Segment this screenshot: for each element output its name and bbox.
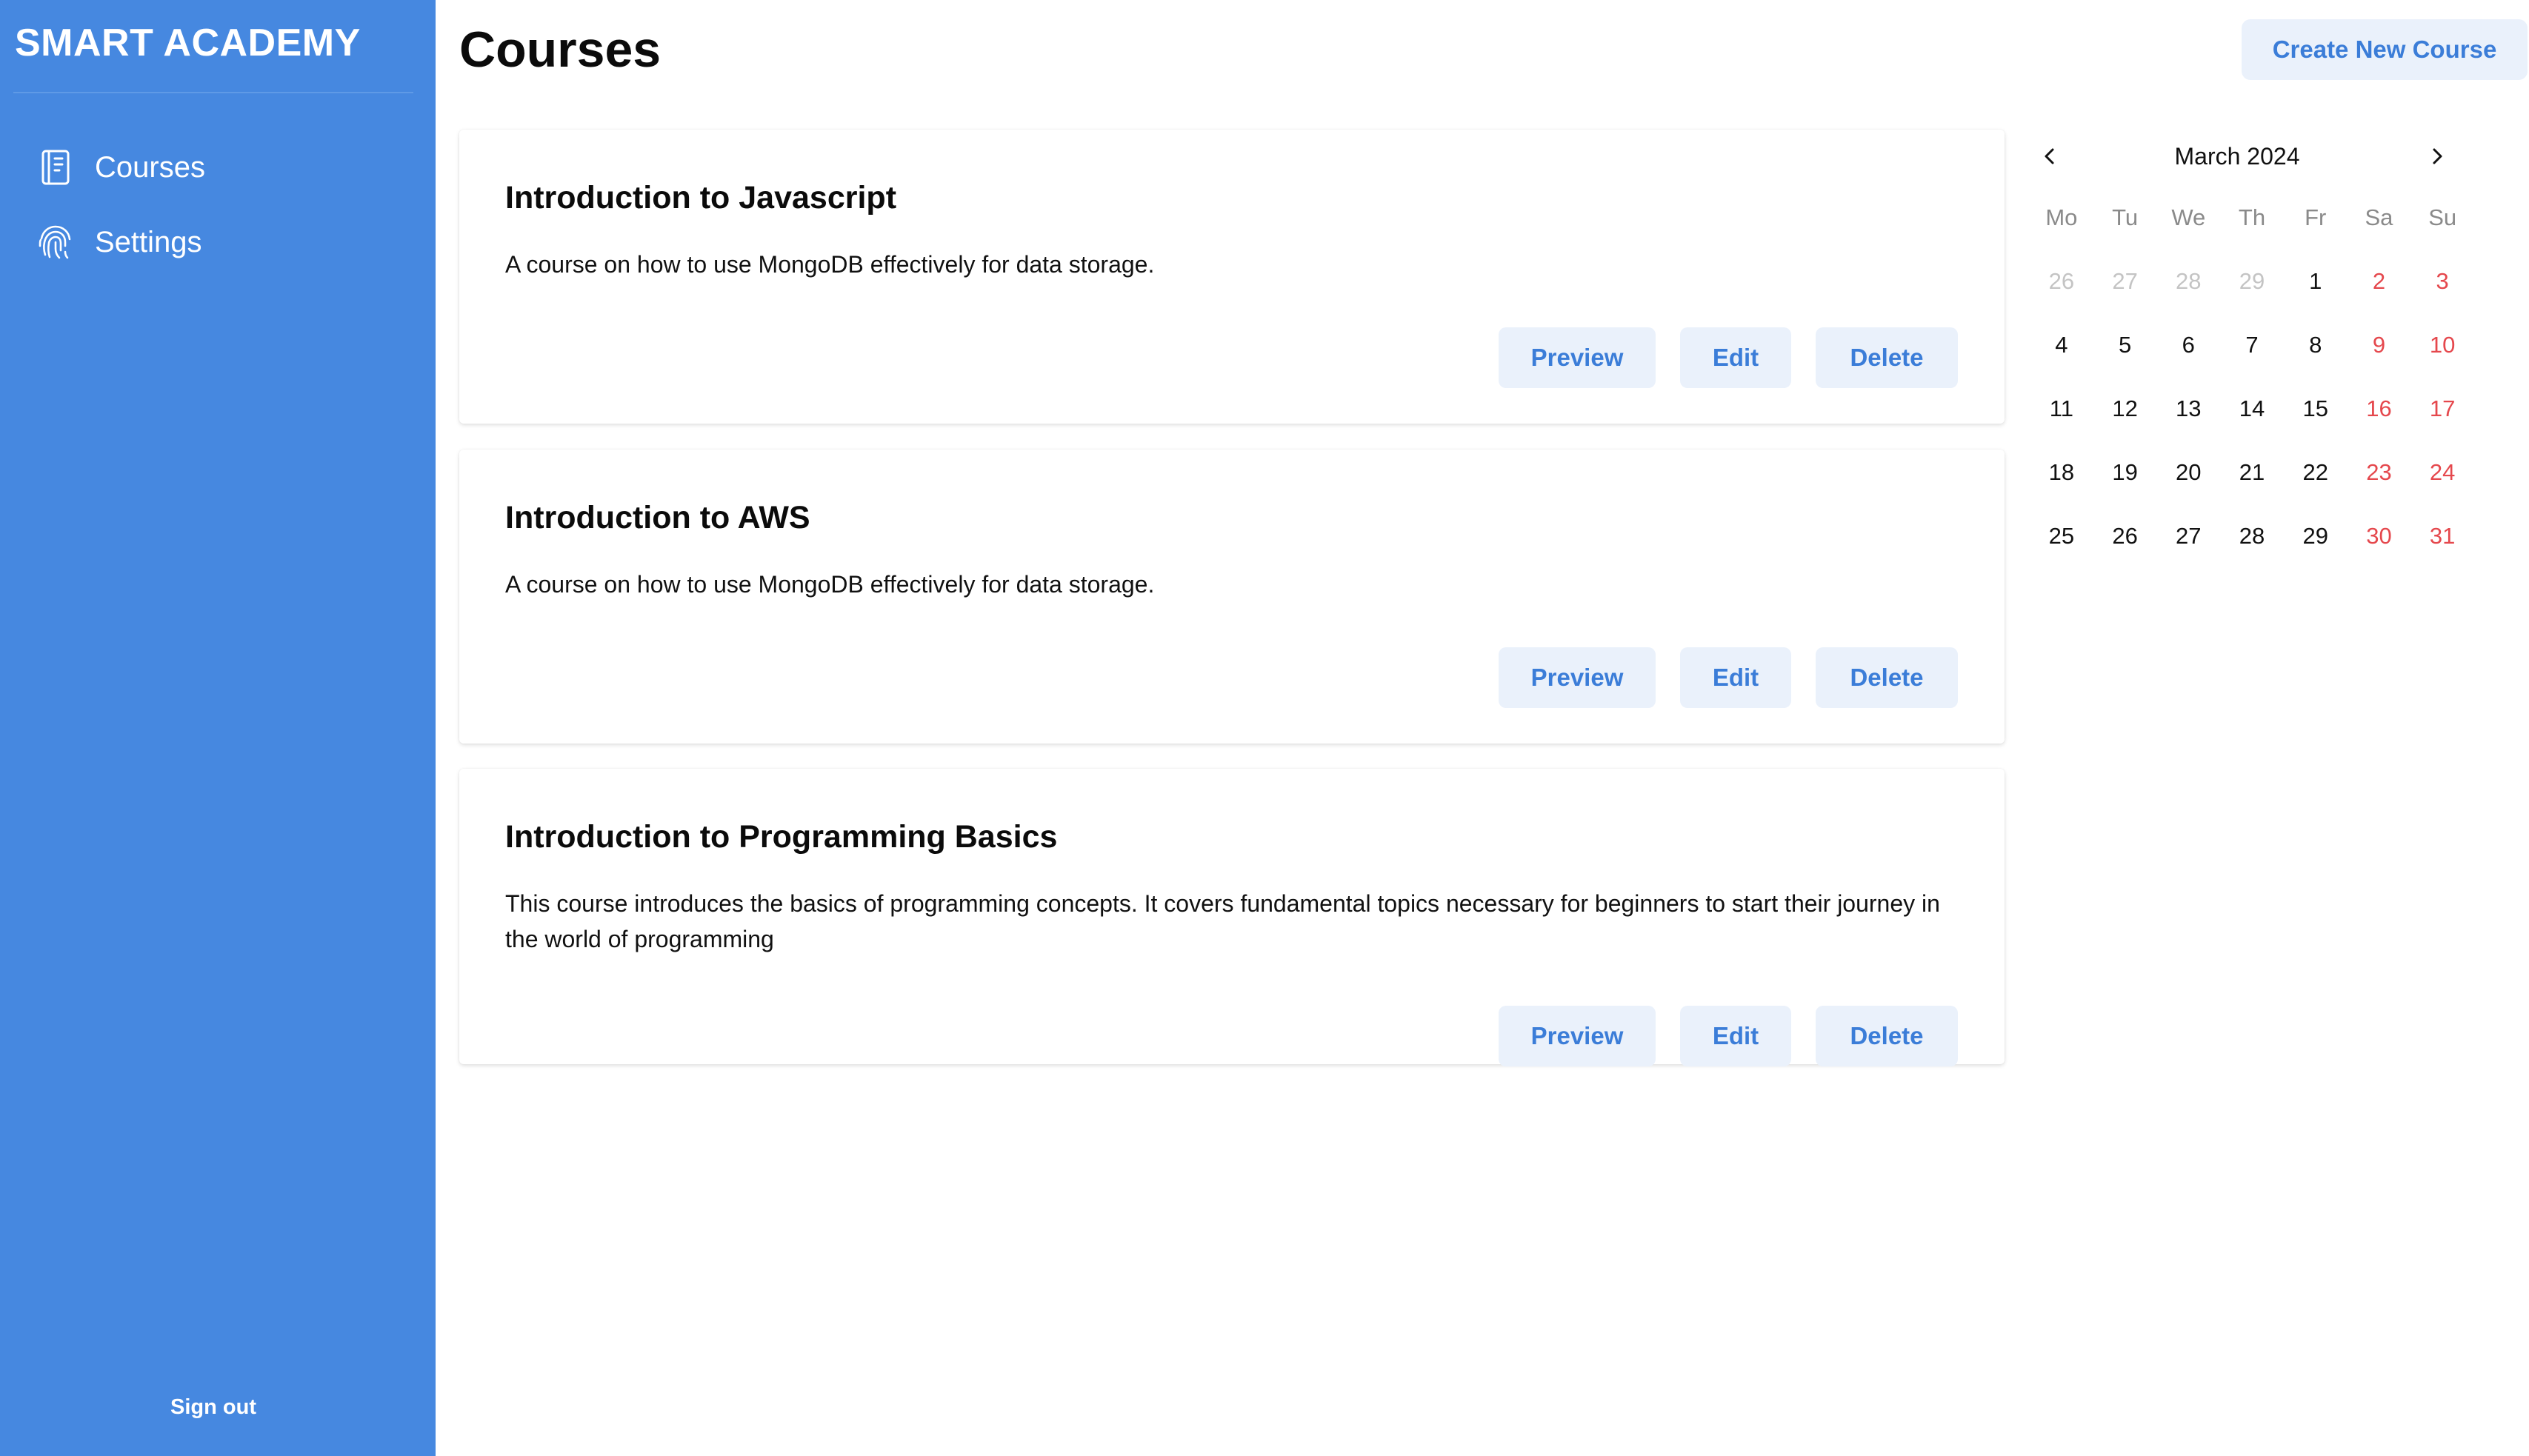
calendar-weekday-label: We	[2171, 204, 2206, 230]
calendar-weekday-label: Fr	[2305, 204, 2327, 230]
course-actions: Preview Edit Delete	[1499, 647, 1973, 708]
page-title: Courses	[459, 21, 662, 78]
course-title: Introduction to AWS	[505, 500, 810, 535]
calendar-day[interactable]: 19	[2093, 458, 2157, 487]
calendar-weekday-label: Mo	[2045, 204, 2078, 230]
calendar-day-outside-month[interactable]: 29	[2220, 267, 2284, 295]
calendar-week-row: 11 12 13 14 15 16 17	[2030, 395, 2474, 458]
book-icon	[41, 150, 70, 185]
calendar-week-row: 18 19 20 21 22 23 24	[2030, 458, 2474, 522]
calendar-month-label: March 2024	[2174, 143, 2300, 170]
course-actions: Preview Edit Delete	[1499, 1006, 1973, 1066]
calendar-day[interactable]: 20	[2156, 458, 2220, 487]
calendar-day[interactable]: 11	[2030, 395, 2093, 423]
calendar: March 2024 Mo Tu We Th Fr Sa Su 26 27 28 29 1 2 3 4 5 6 7…	[2030, 130, 2504, 574]
preview-button[interactable]: Preview	[1499, 1006, 1656, 1066]
calendar-weekday-label: Sa	[2365, 204, 2393, 230]
calendar-day[interactable]: 29	[2284, 522, 2348, 550]
calendar-day[interactable]: 2	[2348, 267, 2411, 295]
calendar-day[interactable]: 1	[2284, 267, 2348, 295]
chevron-right-icon	[2433, 148, 2442, 164]
calendar-weekday-label: Th	[2238, 204, 2266, 230]
calendar-day[interactable]: 15	[2284, 395, 2348, 423]
course-card: Introduction to AWS A course on how to u…	[459, 450, 2005, 744]
sidebar: SMART ACADEMY Courses Settings Sign out	[0, 0, 436, 1456]
preview-button[interactable]: Preview	[1499, 327, 1656, 388]
calendar-day[interactable]: 6	[2156, 331, 2220, 359]
calendar-day[interactable]: 5	[2093, 331, 2157, 359]
calendar-day[interactable]: 22	[2284, 458, 2348, 487]
preview-button[interactable]: Preview	[1499, 647, 1656, 708]
calendar-day[interactable]: 17	[2410, 395, 2474, 423]
calendar-day[interactable]: 7	[2220, 331, 2284, 359]
course-card: Introduction to Programming Basics This …	[459, 769, 2005, 1066]
calendar-day[interactable]: 8	[2284, 331, 2348, 359]
calendar-weekday-label: Tu	[2112, 204, 2139, 230]
calendar-week-row: 25 26 27 28 29 30 31	[2030, 522, 2474, 586]
calendar-day[interactable]: 12	[2093, 395, 2157, 423]
calendar-day[interactable]: 18	[2030, 458, 2093, 487]
calendar-day[interactable]: 25	[2030, 522, 2093, 550]
calendar-day[interactable]: 14	[2220, 395, 2284, 423]
calendar-day-outside-month[interactable]: 28	[2156, 267, 2220, 295]
calendar-day[interactable]: 4	[2030, 331, 2093, 359]
app-brand: SMART ACADEMY	[15, 21, 361, 64]
calendar-day[interactable]: 31	[2410, 522, 2474, 550]
course-description: This course introduces the basics of pro…	[505, 890, 1940, 952]
course-description: A course on how to use MongoDB effective…	[505, 251, 1155, 278]
sidebar-item-label: Settings	[95, 225, 202, 258]
calendar-grid: Mo Tu We Th Fr Sa Su 26 27 28 29 1 2 3 4 5 6 7 8 9 10 11 12 13 1…	[2030, 204, 2474, 586]
calendar-weekday-row: Mo Tu We Th Fr Sa Su	[2030, 204, 2474, 267]
delete-button[interactable]: Delete	[1816, 327, 1958, 388]
calendar-day[interactable]: 24	[2410, 458, 2474, 487]
sidebar-item-label: Courses	[95, 150, 205, 184]
calendar-day-outside-month[interactable]: 27	[2093, 267, 2157, 295]
create-new-course-button[interactable]: Create New Course	[2242, 19, 2528, 80]
next-month-button[interactable]	[2421, 140, 2453, 173]
calendar-day[interactable]: 27	[2156, 522, 2220, 550]
sidebar-divider	[13, 92, 413, 93]
calendar-week-row: 4 5 6 7 8 9 10	[2030, 331, 2474, 395]
calendar-day[interactable]: 30	[2348, 522, 2411, 550]
sidebar-item-courses[interactable]: Courses	[36, 141, 406, 193]
calendar-weekday-label: Su	[2428, 204, 2457, 230]
course-title: Introduction to Javascript	[505, 180, 897, 216]
course-card: Introduction to Javascript A course on h…	[459, 130, 2005, 424]
edit-button[interactable]: Edit	[1680, 1006, 1791, 1066]
course-title: Introduction to Programming Basics	[505, 819, 1058, 855]
calendar-day[interactable]: 10	[2410, 331, 2474, 359]
calendar-day[interactable]: 28	[2220, 522, 2284, 550]
course-description: A course on how to use MongoDB effective…	[505, 571, 1155, 598]
delete-button[interactable]: Delete	[1816, 647, 1958, 708]
calendar-day[interactable]: 13	[2156, 395, 2220, 423]
calendar-day[interactable]: 9	[2348, 331, 2411, 359]
calendar-day[interactable]: 26	[2093, 522, 2157, 550]
edit-button[interactable]: Edit	[1680, 647, 1791, 708]
course-actions: Preview Edit Delete	[1499, 327, 1973, 388]
calendar-day[interactable]: 3	[2410, 267, 2474, 295]
sign-out-link[interactable]: Sign out	[0, 1395, 427, 1420]
calendar-day-outside-month[interactable]: 26	[2030, 267, 2093, 295]
sidebar-item-settings[interactable]: Settings	[36, 216, 406, 268]
calendar-day[interactable]: 16	[2348, 395, 2411, 423]
fingerprint-icon	[39, 225, 71, 259]
calendar-day[interactable]: 23	[2348, 458, 2411, 487]
calendar-week-row: 26 27 28 29 1 2 3	[2030, 267, 2474, 331]
edit-button[interactable]: Edit	[1680, 327, 1791, 388]
delete-button[interactable]: Delete	[1816, 1006, 1958, 1066]
calendar-day[interactable]: 21	[2220, 458, 2284, 487]
